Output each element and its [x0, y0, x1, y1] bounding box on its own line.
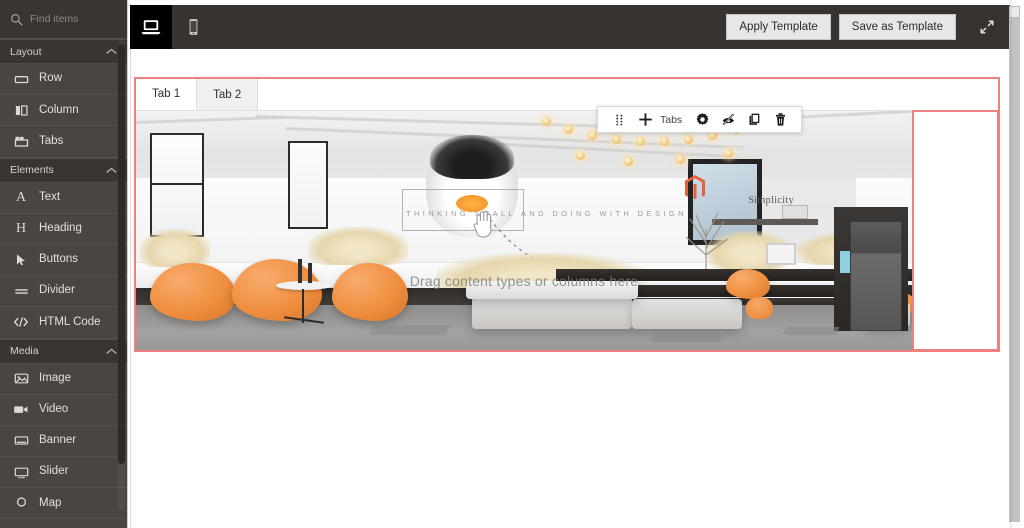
empty-column-selected[interactable] [912, 110, 999, 351]
sidebar-item-banner[interactable]: Banner [0, 425, 127, 458]
duplicate-icon [747, 112, 762, 127]
sidebar-item-row[interactable]: Row [0, 64, 127, 96]
plus-icon [638, 112, 653, 127]
sidebar-item-slider[interactable]: Slider [0, 457, 127, 489]
sidebar-item-image[interactable]: Image [0, 363, 127, 395]
duplicate-button[interactable] [741, 107, 767, 132]
sidebar-item-label: Column [39, 103, 79, 116]
sidebar-group-label: Layout [10, 45, 42, 58]
sidebar-item-divider[interactable]: Divider [0, 276, 127, 308]
sidebar-item-video[interactable]: Video [0, 394, 127, 426]
banner-image-column[interactable]: THINKING SMALL AND DOING WITH DESIGN Sim… [136, 111, 912, 350]
content-types-sidebar: Layout Row Column [0, 0, 128, 528]
tab-1[interactable]: Tab 1 [136, 79, 198, 110]
column-icon [13, 102, 29, 118]
tabs-container-selected[interactable]: Tab 1 Tab 2 THINKING SMALL AND DOING WIT… [134, 77, 1000, 352]
laptop-icon [140, 18, 162, 36]
editor-toolbar: Apply Template Save as Template [130, 5, 1010, 49]
sidebar-item-label: Map [39, 496, 62, 509]
sidebar-scrollbar-thumb[interactable] [118, 44, 125, 464]
sidebar-item-label: Buttons [39, 253, 78, 266]
sidebar-group-layout[interactable]: Layout [0, 39, 127, 64]
sidebar-item-label: Video [39, 403, 69, 416]
hide-button[interactable] [715, 107, 741, 132]
video-camera-icon [13, 402, 29, 418]
eye-slash-icon [721, 112, 736, 127]
banner-icon [13, 433, 29, 449]
sidebar-item-label: Heading [39, 222, 82, 235]
sidebar-item-label: Divider [39, 284, 75, 297]
mobile-phone-icon [188, 18, 199, 36]
drag-handle-button[interactable] [606, 107, 632, 132]
sidebar-item-label: Slider [39, 465, 69, 478]
trash-icon [773, 112, 788, 127]
image-icon [13, 371, 29, 387]
search-bar[interactable] [0, 0, 127, 39]
add-tab-button[interactable] [632, 107, 658, 132]
sidebar-item-heading[interactable]: H Heading [0, 213, 127, 245]
gear-icon [695, 112, 710, 127]
tab-2[interactable]: Tab 2 [197, 79, 259, 110]
sidebar-item-label: Banner [39, 434, 77, 447]
remove-button[interactable] [767, 107, 793, 132]
page-editor-root: Layout Row Column [0, 0, 1024, 528]
text-a-icon: A [15, 189, 27, 205]
sidebar-group-elements[interactable]: Elements [0, 157, 127, 183]
sidebar-item-map[interactable]: Map [0, 488, 127, 520]
row-icon [13, 71, 29, 87]
cursor-arrow-icon [13, 252, 29, 268]
settings-button[interactable] [689, 107, 715, 132]
sidebar-item-label: Image [39, 371, 71, 384]
sidebar-item-label: Row [39, 72, 63, 85]
hand-cursor-icon [472, 207, 496, 241]
sidebar-item-label: Tabs [39, 134, 64, 147]
chevron-up-icon [106, 348, 117, 355]
sidebar-item-text[interactable]: A Text [0, 182, 127, 214]
slider-icon [13, 464, 29, 480]
element-options-toolbar: Tabs [597, 106, 803, 133]
page-canvas: Tab 1 Tab 2 THINKING SMALL AND DOING WIT… [130, 49, 1012, 528]
viewport-desktop-button[interactable] [130, 5, 172, 49]
chevron-up-icon [106, 48, 117, 55]
drag-dots-icon [615, 113, 624, 127]
sidebar-item-tabs[interactable]: Tabs [0, 126, 127, 158]
element-type-label: Tabs [660, 113, 683, 126]
search-input[interactable] [30, 13, 119, 25]
save-as-template-button[interactable]: Save as Template [838, 14, 956, 40]
code-brackets-icon [13, 314, 29, 330]
magento-logo-icon [684, 175, 706, 201]
tab-content-row: THINKING SMALL AND DOING WITH DESIGN Sim… [136, 110, 999, 351]
sidebar-item-column[interactable]: Column [0, 95, 127, 127]
sidebar-item-label: HTML Code [39, 315, 101, 328]
tab-strip: Tab 1 Tab 2 [136, 79, 998, 111]
sidebar-item-buttons[interactable]: Buttons [0, 244, 127, 277]
sidebar-item-label: Text [39, 190, 61, 203]
chevron-up-icon [106, 167, 117, 174]
viewport-mobile-button[interactable] [172, 5, 214, 49]
office-banner-image: THINKING SMALL AND DOING WITH DESIGN Sim… [136, 111, 912, 350]
edge-shadow [1010, 0, 1013, 528]
search-icon [10, 13, 23, 26]
sidebar-item-html-code[interactable]: HTML Code [0, 307, 127, 339]
fullscreen-toggle-button[interactable] [964, 5, 1010, 49]
tabs-icon [13, 133, 29, 149]
collapse-diagonal-icon [979, 19, 995, 35]
sidebar-group-media[interactable]: Media [0, 338, 127, 364]
divider-icon [13, 283, 29, 299]
map-pin-icon [13, 495, 29, 511]
sidebar-group-label: Media [10, 345, 39, 357]
sidebar-group-label: Elements [10, 164, 54, 177]
heading-h-icon: H [15, 220, 27, 236]
apply-template-button[interactable]: Apply Template [726, 14, 831, 40]
